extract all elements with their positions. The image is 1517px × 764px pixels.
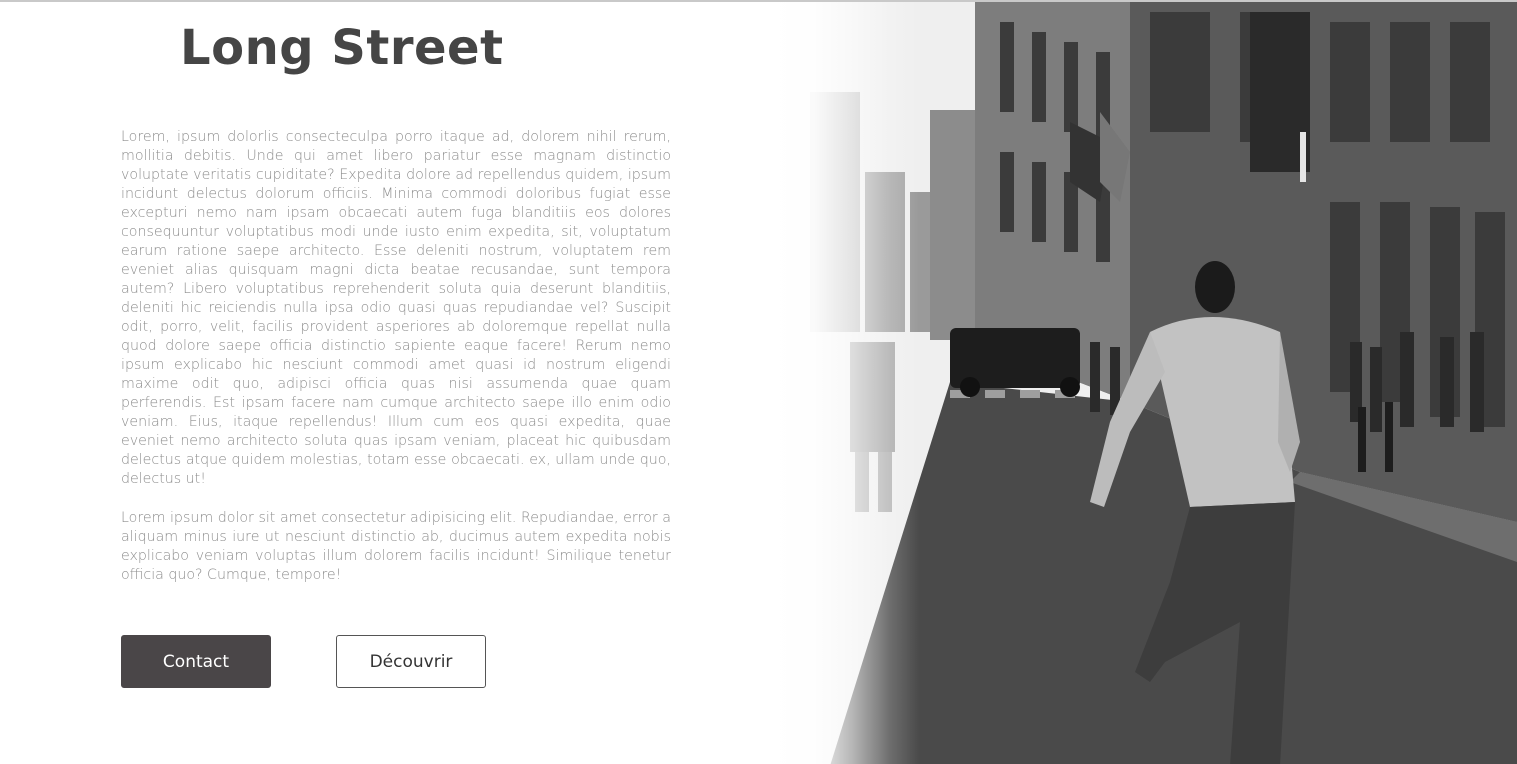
street-photo (770, 2, 1517, 764)
contact-button[interactable]: Contact (121, 635, 271, 688)
page-title: Long Street (180, 20, 504, 76)
paragraph-1: Lorem, ipsum dolorlis consecteculpa porr… (121, 129, 671, 487)
discover-button[interactable]: Découvrir (336, 635, 486, 688)
paragraph-2: Lorem ipsum dolor sit amet consectetur a… (121, 510, 671, 583)
street-photo-illustration (770, 2, 1517, 764)
page: Long Street Lorem, ipsum dolorlis consec… (0, 0, 1517, 764)
content-text: Lorem, ipsum dolorlis consecteculpa porr… (121, 128, 671, 605)
